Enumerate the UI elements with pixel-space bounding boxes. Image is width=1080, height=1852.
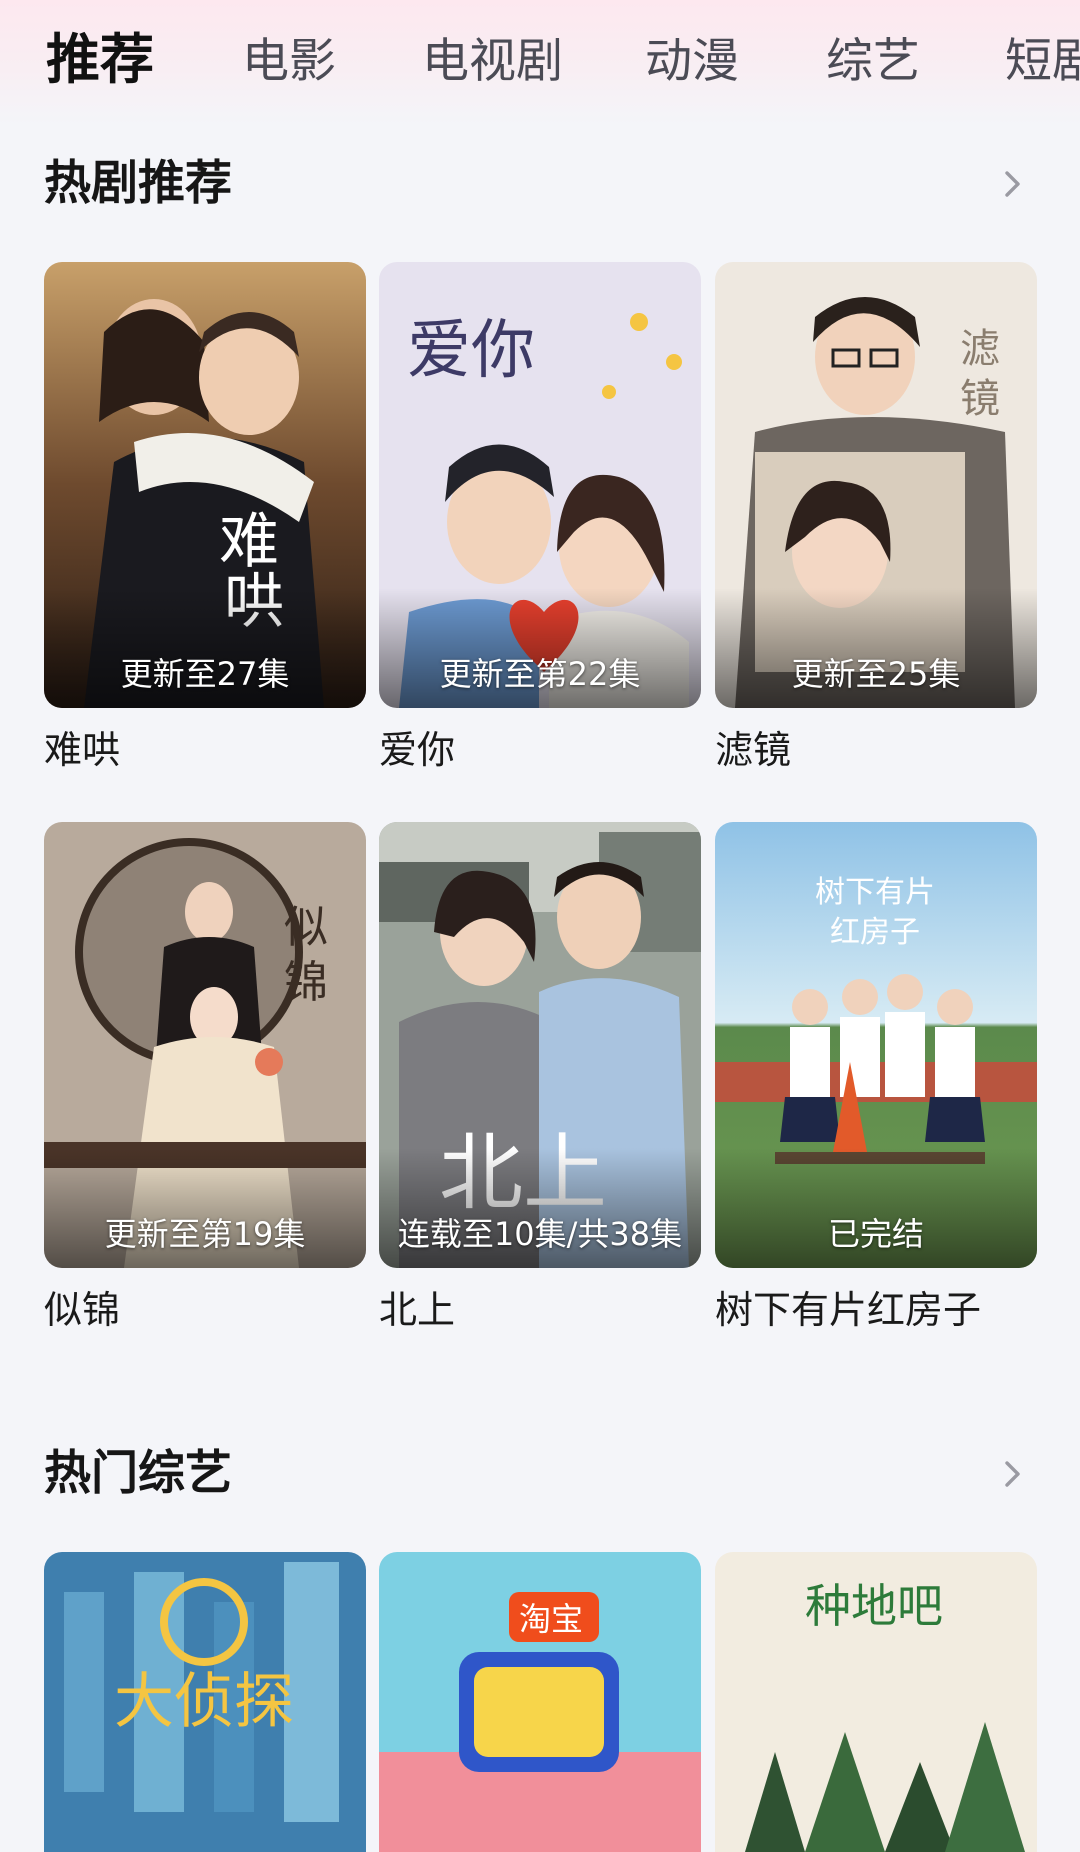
drama-card[interactable]: 树下有片 红房子 已完结 树下有片红房子	[715, 822, 1037, 1336]
episode-badge: 连载至10集/共38集	[397, 1215, 683, 1253]
episode-badge: 更新至25集	[791, 655, 961, 693]
variety-poster-text: 种地吧	[805, 1579, 943, 1633]
variety-poster-text: 大侦探	[114, 1667, 294, 1737]
chevron-right-icon[interactable]	[996, 1458, 1028, 1490]
variety-poster-text: 淘宝	[519, 1600, 583, 1638]
svg-text:似: 似	[284, 902, 328, 953]
drama-card[interactable]: 北上 连载至10集/共38集 北上	[379, 822, 701, 1336]
svg-text:锦: 锦	[284, 957, 328, 1008]
tab-tv-series[interactable]: 电视剧	[422, 30, 563, 94]
poster-image: 种地吧	[715, 1552, 1037, 1852]
svg-text:树下有片: 树下有片	[815, 875, 935, 910]
drama-card[interactable]: 似 锦 更新至第19集 似锦	[44, 822, 366, 1336]
chevron-right-icon[interactable]	[996, 168, 1028, 200]
hot-variety-header: 热门综艺	[44, 1442, 1036, 1506]
drama-card[interactable]: 爱你 更新至第22集 爱你	[379, 262, 701, 776]
drama-poster[interactable]: 难 哄 更新至27集	[44, 262, 366, 708]
variety-card[interactable]: 大侦探	[44, 1552, 366, 1852]
poster-image: 大侦探	[44, 1552, 366, 1852]
tab-variety[interactable]: 综艺	[826, 30, 920, 94]
drama-title[interactable]: 难哄	[44, 724, 366, 776]
tab-anime[interactable]: 动漫	[645, 30, 739, 94]
drama-title[interactable]: 似锦	[44, 1284, 366, 1336]
episode-badge: 更新至第19集	[104, 1215, 306, 1253]
drama-title[interactable]: 滤镜	[715, 724, 1037, 776]
drama-title[interactable]: 爱你	[379, 724, 701, 776]
tab-short-drama[interactable]: 短剧	[1005, 30, 1080, 94]
episode-badge: 已完结	[827, 1215, 924, 1253]
episode-badge: 更新至27集	[120, 655, 290, 693]
episode-badge: 更新至第22集	[439, 655, 641, 693]
drama-poster[interactable]: 北上 连载至10集/共38集	[379, 822, 701, 1268]
svg-text:滤: 滤	[960, 326, 1000, 372]
section-title: 热剧推荐	[44, 156, 232, 211]
svg-text:爱你: 爱你	[407, 314, 535, 388]
top-tab-bar: 推荐 电影 电视剧 动漫 综艺 短剧	[0, 0, 1080, 125]
drama-card[interactable]: 难 哄 更新至27集 难哄	[44, 262, 366, 776]
drama-poster[interactable]: 滤 镜 更新至25集	[715, 262, 1037, 708]
tab-recommend[interactable]: 推荐	[46, 28, 154, 92]
drama-card[interactable]: 滤 镜 更新至25集 滤镜	[715, 262, 1037, 776]
tab-movies[interactable]: 电影	[242, 30, 336, 94]
drama-poster[interactable]: 爱你 更新至第22集	[379, 262, 701, 708]
drama-poster[interactable]: 似 锦 更新至第19集	[44, 822, 366, 1268]
poster-image: 淘宝	[379, 1552, 701, 1852]
drama-poster[interactable]: 树下有片 红房子 已完结	[715, 822, 1037, 1268]
section-title: 热门综艺	[44, 1446, 232, 1501]
drama-title[interactable]: 北上	[379, 1284, 701, 1336]
hot-dramas-header: 热剧推荐	[44, 152, 1036, 216]
svg-text:镜: 镜	[960, 376, 1000, 422]
variety-card[interactable]: 淘宝	[379, 1552, 701, 1852]
drama-title[interactable]: 树下有片红房子	[715, 1284, 1037, 1336]
variety-card[interactable]: 种地吧	[715, 1552, 1037, 1852]
svg-text:红房子: 红房子	[830, 915, 920, 950]
